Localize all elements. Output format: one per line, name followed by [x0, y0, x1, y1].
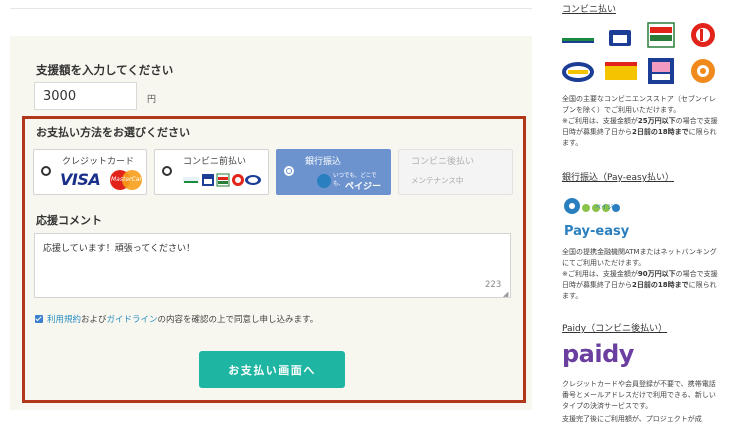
amount-unit: 円	[147, 95, 157, 105]
agreement-rest: の内容を確認の上で同意し申し込みます。	[157, 315, 319, 325]
comment-textarea[interactable]: 応援しています！頑張ってください！	[34, 233, 511, 298]
char-count: 223	[485, 280, 502, 290]
bank-desc: 全国の提携金融機関ATMまたはネットバンキングにてご利用いただけます。	[562, 248, 717, 267]
convenience-desc: 全国の主要なコンビニエンスストア（セブンイレブンを除く）でご利用いただけます。	[562, 95, 716, 114]
maintenance-note: メンテナンス中	[411, 176, 464, 185]
payeasy-small-text: ペイジー	[595, 204, 620, 211]
bank-note: ※ご利用は、支援金額が90万円以下の場合で支援日時が募集終了日から2日前の18時…	[562, 270, 718, 300]
radio-button[interactable]	[41, 166, 51, 176]
payeasy-logo: いつでも、どこでも、 ペイジー	[317, 168, 381, 192]
guideline-link[interactable]: ガイドライン	[107, 315, 158, 325]
radio-button[interactable]	[162, 166, 172, 176]
amount-title: 支援額を入力してください	[36, 63, 174, 77]
amount-input[interactable]	[34, 82, 137, 110]
convenience-link[interactable]: コンビニ払い	[562, 2, 616, 15]
payment-method-bank-transfer[interactable]: 銀行振込 いつでも、どこでも、 ペイジー	[276, 149, 391, 195]
paidy-link[interactable]: Paidy（コンビニ後払い）	[562, 321, 667, 334]
method-label: コンビニ前払い	[183, 157, 247, 167]
mastercard-logo: MasterCard	[110, 170, 146, 190]
method-label: クレジットカード	[62, 157, 135, 167]
agreement-text: 利用規約およびガイドラインの内容を確認の上で同意し申し込みます。	[47, 313, 318, 325]
convenience-store-logos	[562, 22, 715, 84]
paidy-logo: paidy	[562, 340, 634, 368]
method-label: コンビニ後払い	[411, 157, 475, 167]
resize-grip-icon[interactable]: ◢	[503, 290, 508, 298]
convenience-store-logos	[183, 173, 261, 187]
agree-checkbox[interactable]	[35, 315, 43, 323]
bank-link[interactable]: 銀行振込（Pay-easy払い）	[562, 170, 674, 183]
payment-method-convenience-postpay: コンビニ後払い メンテナンス中	[398, 149, 513, 195]
radio-button-selected[interactable]	[284, 166, 294, 176]
convenience-note: ※ご利用は、支援金額が25万円以下の場合で支援日時が募集終了日から2日前の18時…	[562, 117, 718, 147]
comment-title: 応援コメント	[36, 214, 102, 227]
proceed-to-payment-button[interactable]: お支払い画面へ	[199, 351, 345, 388]
divider	[10, 8, 532, 9]
paidy-note: 支援完了後にご利用額が、プロジェクトが成	[562, 415, 702, 423]
payment-method-title: お支払い方法をお選びください	[36, 126, 190, 139]
paidy-desc: クレジットカードや会員登録が不要で、携帯電話番号とメールアドレスだけで利用できる…	[562, 380, 716, 410]
visa-logo: VISA	[60, 170, 101, 189]
and-text: および	[81, 315, 107, 325]
payment-method-credit-card[interactable]: クレジットカード VISA MasterCard	[33, 149, 147, 195]
payeasy-logo-text: Pay-easy	[564, 224, 630, 239]
method-label: 銀行振込	[305, 157, 342, 167]
payment-method-convenience-prepay[interactable]: コンビニ前払い	[154, 149, 269, 195]
page: 支援額を入力してください 円 お支払い方法をお選びください クレジットカード V…	[0, 0, 740, 424]
terms-link[interactable]: 利用規約	[47, 315, 81, 325]
